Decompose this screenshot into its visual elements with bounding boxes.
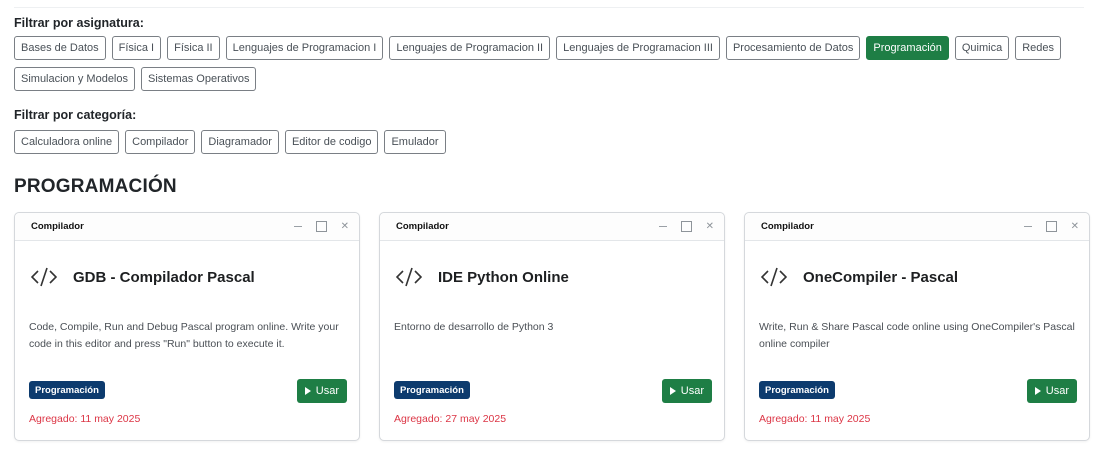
- minimize-icon[interactable]: [1023, 226, 1032, 227]
- use-button-label: Usar: [315, 385, 339, 397]
- card-header: Compilador ✕: [745, 213, 1089, 241]
- subject-chip[interactable]: Lenguajes de Programacion III: [556, 36, 720, 60]
- card-title: OneCompiler - Pascal: [803, 268, 959, 286]
- subject-chip[interactable]: Lenguajes de Programacion II: [389, 36, 551, 60]
- close-icon[interactable]: ✕: [706, 221, 714, 232]
- use-button[interactable]: Usar: [661, 379, 712, 403]
- subject-badge: Programación: [759, 381, 835, 399]
- subject-chip[interactable]: Simulacion y Modelos: [14, 67, 135, 91]
- subject-filter-chips: Bases de Datos Física I Física II Lenguajes…: [14, 36, 1084, 98]
- card-description: Write, Run & Share Pascal code online us…: [759, 321, 1075, 350]
- subject-chip[interactable]: Programación: [866, 36, 949, 60]
- code-icon: [761, 267, 787, 287]
- card-header: Compilador ✕: [380, 213, 724, 241]
- subject-chip[interactable]: Física II: [167, 36, 220, 60]
- use-button-label: Usar: [1045, 385, 1069, 397]
- card-description: Code, Compile, Run and Debug Pascal prog…: [29, 321, 339, 350]
- card-title-row: OneCompiler - Pascal: [761, 265, 958, 289]
- card-title-row: GDB - Compilador Pascal: [31, 265, 255, 289]
- card-category: Compilador: [761, 221, 814, 232]
- added-date: Agregado: 11 may 2025: [29, 413, 141, 425]
- card-category: Compilador: [396, 221, 449, 232]
- category-filter-label: Filtrar por categoría:: [14, 108, 137, 122]
- section-title: PROGRAMACIÓN: [14, 176, 177, 197]
- code-icon: [396, 267, 422, 287]
- card-category: Compilador: [31, 221, 84, 232]
- card-title: GDB - Compilador Pascal: [73, 268, 255, 286]
- close-icon[interactable]: ✕: [341, 221, 349, 232]
- use-button[interactable]: Usar: [296, 379, 347, 403]
- card-header: Compilador ✕: [15, 213, 359, 241]
- top-divider: [14, 7, 1084, 8]
- subject-chip[interactable]: Quimica: [954, 36, 1010, 60]
- play-icon: [669, 387, 676, 395]
- tool-card: Compilador ✕ GDB - Compilador Pascal Cod…: [14, 212, 360, 441]
- category-chip[interactable]: Emulador: [384, 130, 446, 154]
- subject-chip[interactable]: Bases de Datos: [14, 36, 106, 60]
- subject-chip[interactable]: Física I: [111, 36, 162, 60]
- use-button[interactable]: Usar: [1026, 379, 1077, 403]
- subject-chip[interactable]: Sistemas Operativos: [141, 67, 257, 91]
- window-controls: ✕: [1023, 221, 1079, 232]
- category-chip[interactable]: Diagramador: [201, 130, 279, 154]
- tool-card: Compilador ✕ OneCompiler - Pascal Write,…: [744, 212, 1090, 441]
- subject-filter-label: Filtrar por asignatura:: [14, 16, 144, 30]
- added-date: Agregado: 11 may 2025: [759, 413, 871, 425]
- category-chip[interactable]: Calculadora online: [14, 130, 120, 154]
- maximize-icon[interactable]: [1045, 221, 1057, 232]
- subject-chip[interactable]: Lenguajes de Programacion I: [225, 36, 384, 60]
- subject-badge: Programación: [394, 381, 470, 399]
- category-filter-chips: Calculadora online Compilador Diagramador E…: [14, 130, 1084, 161]
- category-chip[interactable]: Editor de codigo: [284, 130, 379, 154]
- card-title: IDE Python Online: [438, 268, 569, 286]
- minimize-icon[interactable]: [293, 226, 302, 227]
- maximize-icon[interactable]: [680, 221, 692, 232]
- play-icon: [1034, 387, 1041, 395]
- card-title-row: IDE Python Online: [396, 265, 569, 289]
- subject-badge: Programación: [29, 381, 105, 399]
- subject-chip[interactable]: Redes: [1015, 36, 1062, 60]
- use-button-label: Usar: [680, 385, 704, 397]
- subject-chip[interactable]: Procesamiento de Datos: [725, 36, 861, 60]
- minimize-icon[interactable]: [658, 226, 667, 227]
- code-icon: [31, 267, 57, 287]
- card-description: Entorno de desarrollo de Python 3: [394, 321, 554, 333]
- category-chip[interactable]: Compilador: [125, 130, 196, 154]
- added-date: Agregado: 27 may 2025: [394, 413, 507, 425]
- window-controls: ✕: [293, 221, 349, 232]
- close-icon[interactable]: ✕: [1071, 221, 1079, 232]
- tool-card: Compilador ✕ IDE Python Online Entorno d…: [379, 212, 725, 441]
- play-icon: [304, 387, 311, 395]
- window-controls: ✕: [658, 221, 714, 232]
- maximize-icon[interactable]: [315, 221, 327, 232]
